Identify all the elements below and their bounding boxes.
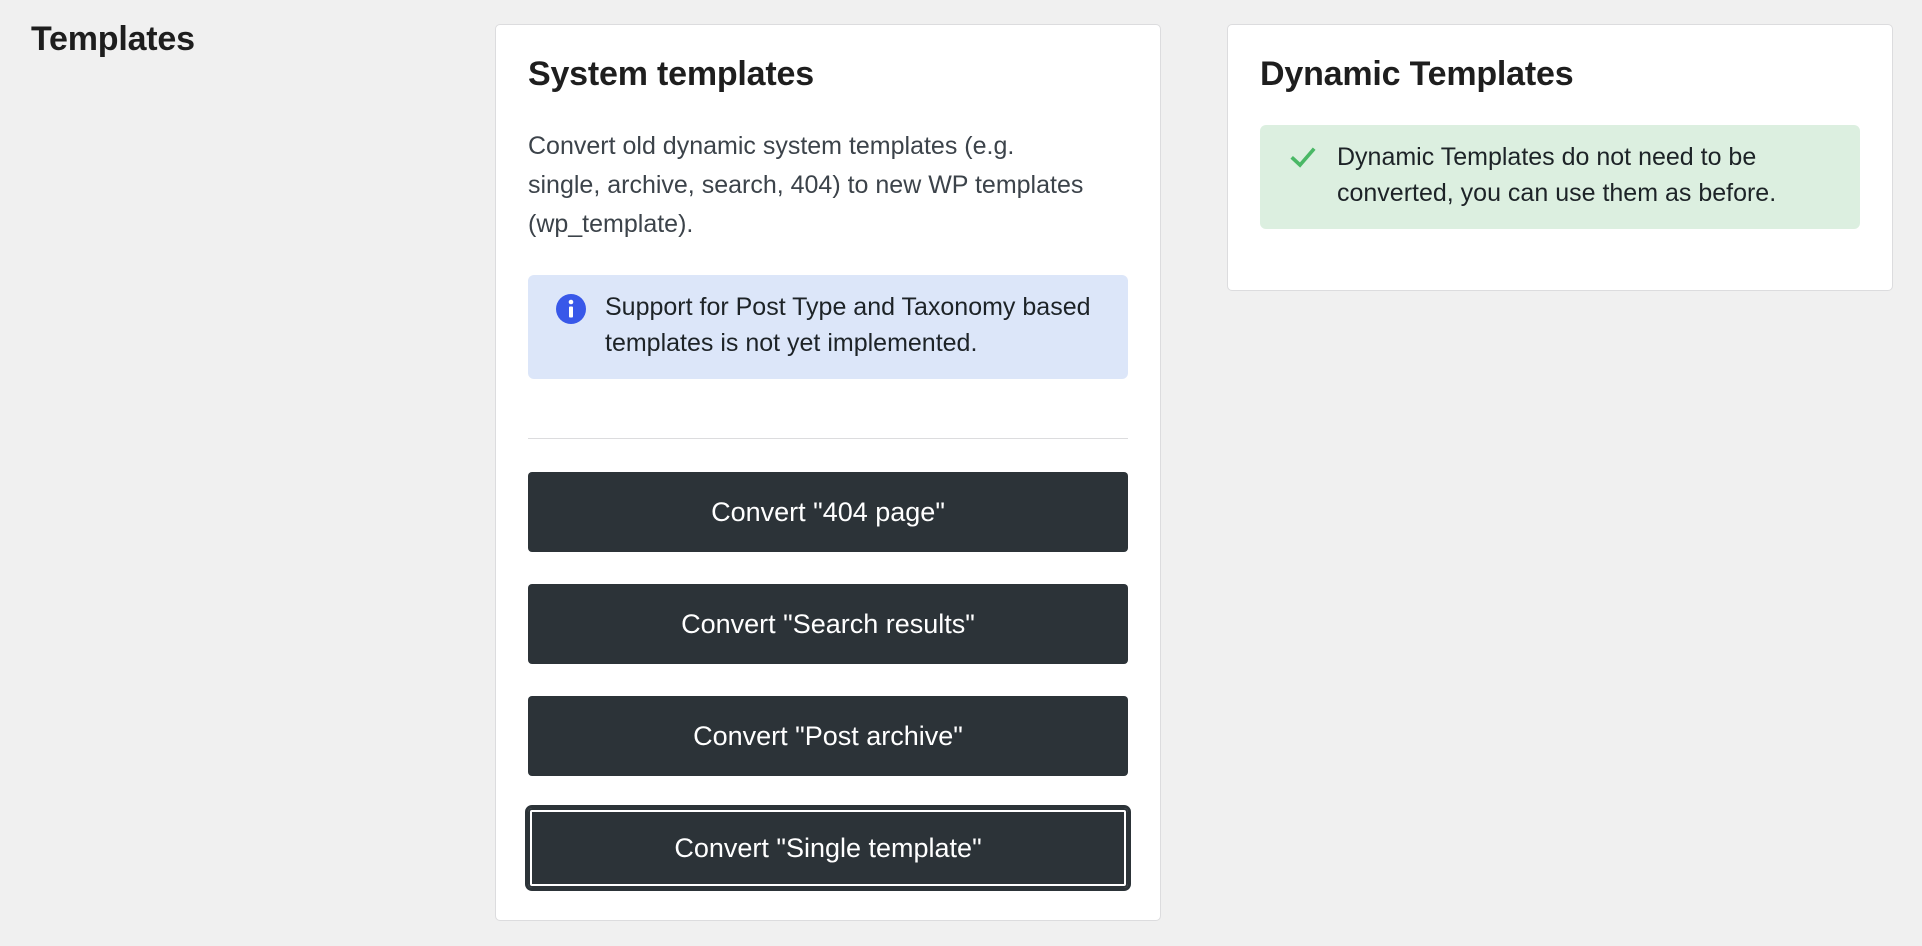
page-title: Templates (31, 20, 195, 58)
system-templates-title: System templates (528, 55, 814, 93)
system-templates-card: System templates Convert old dynamic sys… (495, 24, 1161, 921)
success-notice-text: Dynamic Templates do not need to be conv… (1337, 143, 1777, 207)
system-templates-description: Convert old dynamic system templates (e.… (528, 132, 1084, 238)
dynamic-templates-card: Dynamic Templates Dynamic Templates do n… (1227, 24, 1893, 291)
convert-single-template-button[interactable]: Convert "Single template" (525, 805, 1131, 891)
convert-post-archive-button[interactable]: Convert "Post archive" (528, 696, 1128, 776)
info-icon (555, 293, 587, 325)
divider (528, 438, 1128, 439)
convert-404-page-button[interactable]: Convert "404 page" (528, 472, 1128, 552)
info-notice: Support for Post Type and Taxonomy based… (528, 275, 1128, 379)
info-notice-text: Support for Post Type and Taxonomy based… (605, 293, 1091, 357)
success-notice: Dynamic Templates do not need to be conv… (1260, 125, 1860, 229)
convert-search-results-button[interactable]: Convert "Search results" (528, 584, 1128, 664)
checkmark-icon (1290, 145, 1316, 171)
dynamic-templates-title: Dynamic Templates (1260, 55, 1574, 93)
